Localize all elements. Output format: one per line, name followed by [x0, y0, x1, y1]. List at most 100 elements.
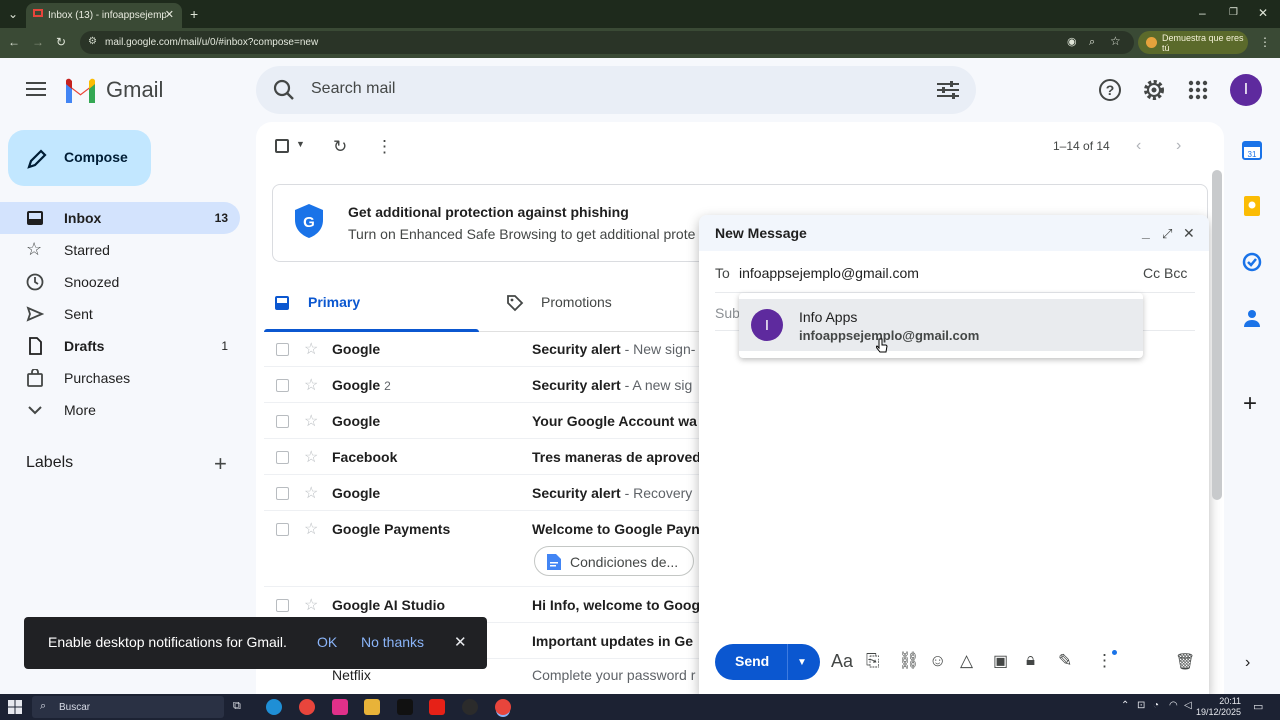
youtube-icon[interactable] — [429, 699, 445, 715]
sidebar-item-drafts[interactable]: Drafts 1 — [0, 330, 240, 362]
close-compose-icon[interactable]: ✕ — [1183, 225, 1195, 242]
sidebar-item-purchases[interactable]: Purchases — [0, 362, 240, 394]
help-icon[interactable]: ? — [1098, 78, 1122, 102]
attach-file-icon[interactable]: ⎘ — [866, 651, 880, 671]
discard-trash-icon[interactable]: 🗑︎ — [1175, 652, 1195, 672]
signature-pen-icon[interactable]: ✎ — [1058, 651, 1072, 671]
settings-gear-icon[interactable] — [1142, 78, 1166, 102]
compose-button[interactable]: Compose — [8, 130, 151, 186]
more-options-icon[interactable]: ⋮ — [376, 137, 393, 157]
edge-icon[interactable] — [266, 699, 282, 715]
bookmark-star-icon[interactable]: ☆ — [1110, 34, 1121, 48]
insert-photo-icon[interactable]: ▣ — [993, 651, 1008, 671]
restore-window-icon[interactable]: ❐ — [1229, 6, 1238, 20]
new-tab-icon[interactable]: + — [190, 7, 198, 21]
minimize-compose-icon[interactable]: _ — [1142, 224, 1150, 240]
chrome-icon[interactable] — [299, 699, 315, 715]
apps-grid-icon[interactable] — [1188, 80, 1208, 100]
taskbar-clock[interactable]: 20:11 19/12/2025 — [1196, 696, 1241, 718]
sidebar-item-inbox[interactable]: Inbox 13 — [0, 202, 240, 234]
forward-icon[interactable]: → — [32, 35, 44, 49]
task-view-icon[interactable]: ⧉ — [233, 700, 241, 713]
tab-promotions[interactable]: Promotions — [500, 280, 700, 332]
reload-icon[interactable]: ↻ — [56, 35, 66, 49]
confidential-lock-icon[interactable]: 🔒︎ — [1026, 650, 1035, 670]
show-side-panel-icon[interactable]: › — [1245, 654, 1250, 672]
minimize-window-icon[interactable]: – — [1199, 6, 1206, 20]
add-label-icon[interactable]: + — [214, 453, 227, 475]
snackbar-ok-button[interactable]: OK — [317, 634, 337, 650]
volume-icon[interactable]: ◁ — [1184, 700, 1192, 711]
gmail-logo-icon[interactable] — [64, 78, 97, 103]
search-bar[interactable]: Search mail — [256, 66, 976, 114]
drive-icon[interactable]: △ — [960, 651, 973, 671]
row-checkbox[interactable] — [276, 379, 289, 392]
sidebar-item-snoozed[interactable]: Snoozed — [0, 266, 240, 298]
to-field[interactable]: infoappsejemplo@gmail.com — [739, 265, 919, 281]
search-input[interactable]: Search mail — [311, 80, 395, 98]
scrollbar-thumb[interactable] — [1212, 170, 1222, 500]
file-explorer-icon[interactable] — [364, 699, 380, 715]
star-icon[interactable]: ☆ — [304, 519, 318, 539]
profile-chip[interactable]: Demuestra que eres tú — [1138, 31, 1248, 54]
browser-menu-icon[interactable]: ⋮ — [1259, 35, 1271, 49]
cc-bcc-button[interactable]: Cc Bcc — [1143, 265, 1187, 281]
add-addon-icon[interactable]: + — [1243, 392, 1257, 416]
star-icon[interactable]: ☆ — [304, 483, 318, 503]
tray-chevron-icon[interactable]: ⌃ — [1121, 700, 1129, 711]
row-checkbox[interactable] — [276, 451, 289, 464]
star-icon[interactable]: ☆ — [304, 375, 318, 395]
star-icon[interactable]: ☆ — [304, 411, 318, 431]
tray-network-icon[interactable]: ◔ — [1153, 700, 1159, 711]
insert-link-icon[interactable]: ⛓ — [898, 651, 920, 671]
search-icon[interactable] — [273, 79, 295, 101]
account-avatar[interactable]: I — [1230, 74, 1262, 106]
chatgpt-icon[interactable] — [462, 699, 478, 715]
zoom-icon[interactable]: ⌕ — [1089, 35, 1095, 49]
eye-icon[interactable]: ◉ — [1067, 35, 1077, 49]
row-checkbox[interactable] — [276, 415, 289, 428]
schedule-send-dropdown-icon[interactable]: ▼ — [797, 657, 807, 668]
contacts-icon[interactable] — [1242, 308, 1262, 328]
tiktok-app-icon[interactable] — [332, 699, 348, 715]
chrome-active-icon[interactable] — [495, 699, 511, 715]
search-options-icon[interactable] — [937, 80, 959, 100]
close-tab-icon[interactable]: ✕ — [165, 8, 174, 21]
taskbar-search[interactable]: ⌕ Buscar — [32, 696, 224, 718]
select-all-checkbox[interactable] — [275, 139, 289, 153]
sidebar-item-starred[interactable]: ☆ Starred — [0, 234, 240, 266]
sidebar-item-sent[interactable]: Sent — [0, 298, 240, 330]
select-dropdown-icon[interactable]: ▼ — [296, 139, 305, 149]
snackbar-no-thanks-button[interactable]: No thanks — [361, 634, 424, 650]
tasks-icon[interactable] — [1242, 252, 1262, 272]
star-icon[interactable]: ☆ — [304, 595, 318, 615]
address-bar[interactable]: ⚙ mail.google.com/mail/u/0/#inbox?compos… — [80, 31, 1134, 54]
star-icon[interactable]: ☆ — [304, 447, 318, 467]
main-menu-icon[interactable] — [26, 81, 46, 97]
back-icon[interactable]: ← — [8, 35, 20, 49]
tab-list-icon[interactable]: ⌄ — [8, 7, 18, 21]
notification-center-icon[interactable]: ▭ — [1253, 700, 1263, 713]
row-checkbox[interactable] — [276, 523, 289, 536]
snackbar-close-icon[interactable]: ✕ — [454, 633, 467, 651]
tab-primary[interactable]: Primary — [264, 280, 479, 332]
prev-page-icon[interactable]: ‹ — [1136, 137, 1141, 155]
tiktok-icon[interactable] — [397, 699, 413, 715]
attachment-chip[interactable]: Condiciones de... — [534, 546, 694, 576]
site-info-icon[interactable]: ⚙ — [88, 36, 97, 47]
star-icon[interactable]: ☆ — [304, 339, 318, 359]
close-window-icon[interactable]: ✕ — [1258, 6, 1268, 20]
calendar-icon[interactable]: 31 — [1242, 140, 1262, 160]
refresh-icon[interactable]: ↻ — [333, 137, 347, 157]
more-compose-options-icon[interactable]: ⋮ — [1096, 651, 1113, 671]
next-page-icon[interactable]: › — [1176, 137, 1181, 155]
send-button[interactable]: Send ▼ — [715, 644, 820, 680]
fullscreen-compose-icon[interactable]: ⤢ — [1162, 226, 1172, 242]
formatting-icon[interactable]: Aa — [831, 651, 853, 672]
wifi-icon[interactable]: ◠ — [1169, 700, 1178, 711]
browser-tab[interactable]: Inbox (13) - infoappsejemplo@... ✕ — [26, 3, 182, 28]
windows-start-icon[interactable] — [8, 700, 22, 714]
row-checkbox[interactable] — [276, 343, 289, 356]
contact-suggestion-item[interactable] — [739, 299, 1143, 351]
emoji-icon[interactable]: ☺ — [929, 651, 946, 671]
